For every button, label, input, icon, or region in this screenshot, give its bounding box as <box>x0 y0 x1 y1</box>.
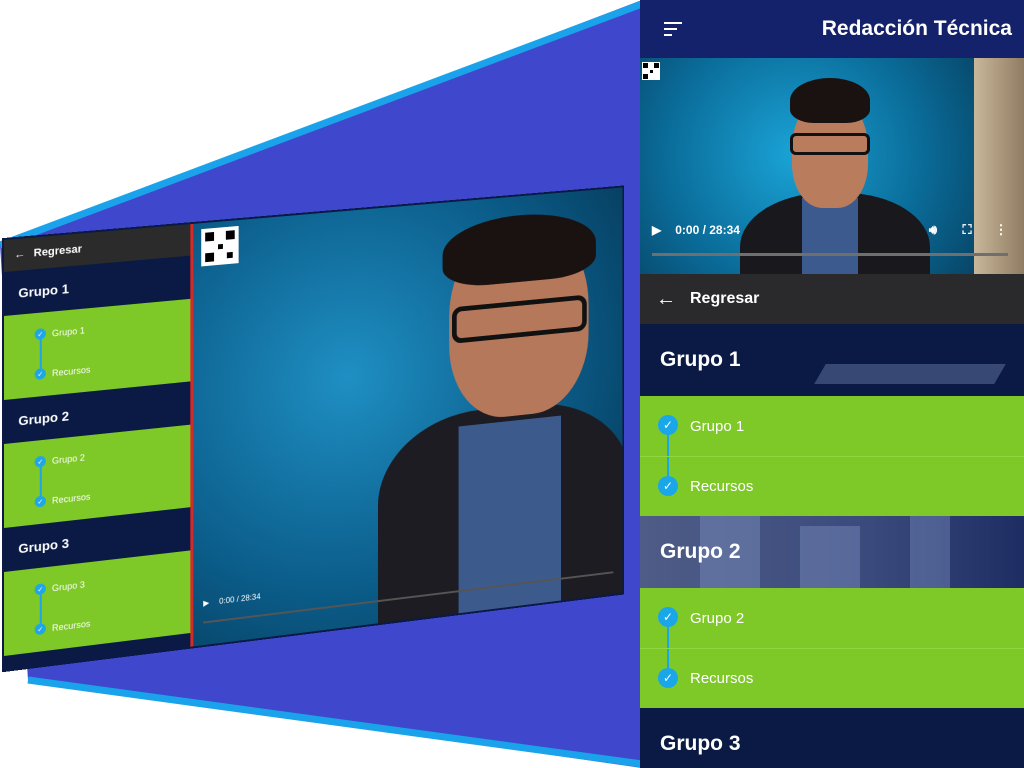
header-decoration <box>814 364 1006 384</box>
arrow-left-icon: ← <box>14 248 26 262</box>
desktop-sidebar: ← Regresar Grupo 1 ✓ Grupo 1 ✓ Recursos … <box>4 223 194 671</box>
group-2-items: ✓ Grupo 2 ✓ Recursos <box>640 588 1024 708</box>
desktop-lesson-label: Grupo 1 <box>51 324 85 338</box>
desktop-resources-item[interactable]: ✓ Recursos <box>34 618 91 636</box>
desktop-lesson-item[interactable]: ✓ Grupo 1 <box>34 324 85 341</box>
mobile-panel: Redacción Técnica ▶ 0:00 / 28:34 🔊︎ ⛶ ⋮ … <box>640 0 1024 768</box>
group-3-header[interactable]: Grupo 3 <box>640 708 1024 768</box>
play-icon[interactable]: ▶ <box>652 223 661 237</box>
check-circle-icon: ✓ <box>34 455 46 468</box>
check-circle-icon: ✓ <box>658 668 678 688</box>
back-label: Regresar <box>690 290 760 307</box>
header-decoration <box>910 516 950 588</box>
check-circle-icon: ✓ <box>658 476 678 496</box>
header-decoration <box>800 526 860 588</box>
app-header: Redacción Técnica <box>640 0 1024 58</box>
group-1-items: ✓ Grupo 1 ✓ Recursos <box>640 396 1024 516</box>
desktop-lesson-label: Grupo 2 <box>51 451 85 466</box>
menu-icon[interactable] <box>664 22 684 36</box>
presenter-hair <box>790 78 870 123</box>
check-circle-icon: ✓ <box>34 495 46 508</box>
desktop-preview: ← Regresar Grupo 1 ✓ Grupo 1 ✓ Recursos … <box>0 170 650 690</box>
video-time: 0:00 / 28:34 <box>675 223 740 237</box>
desktop-video-player[interactable]: ▶ 0:00 / 28:34 <box>193 187 623 647</box>
resources-item[interactable]: ✓ Recursos <box>640 456 1024 516</box>
desktop-resources-label: Recursos <box>51 364 91 378</box>
desktop-lesson-item[interactable]: ✓ Grupo 2 <box>34 451 85 468</box>
desktop-resources-label: Recursos <box>51 491 91 506</box>
presenter-glasses <box>790 133 870 155</box>
group-2-header[interactable]: Grupo 2 <box>640 516 1024 588</box>
arrow-left-icon: ← <box>656 287 676 310</box>
desktop-lesson-item[interactable]: ✓ Grupo 3 <box>34 579 85 596</box>
check-circle-icon: ✓ <box>658 415 678 435</box>
check-circle-icon: ✓ <box>34 328 46 341</box>
group-1-title: Grupo 1 <box>660 348 741 371</box>
lesson-label: Grupo 1 <box>690 417 745 435</box>
lesson-item[interactable]: ✓ Grupo 2 <box>640 588 1024 648</box>
desktop-video-time: 0:00 / 28:34 <box>219 591 261 606</box>
video-progress-bar[interactable] <box>652 253 1008 256</box>
desktop-resources-item[interactable]: ✓ Recursos <box>34 364 91 380</box>
group-1-header[interactable]: Grupo 1 <box>640 324 1024 396</box>
resources-label: Recursos <box>690 670 754 687</box>
back-button[interactable]: ← Regresar <box>640 274 1024 324</box>
desktop-screen: ← Regresar Grupo 1 ✓ Grupo 1 ✓ Recursos … <box>4 187 623 671</box>
lesson-label: Grupo 2 <box>690 609 745 627</box>
desktop-resources-item[interactable]: ✓ Recursos <box>34 491 91 508</box>
more-vert-icon[interactable]: ⋮ <box>990 222 1012 238</box>
lesson-item[interactable]: ✓ Grupo 1 <box>640 396 1024 456</box>
check-circle-icon: ✓ <box>658 607 678 627</box>
qr-code-icon <box>201 225 239 267</box>
video-controls: ▶ 0:00 / 28:34 🔊︎ ⛶ ⋮ <box>640 218 1024 242</box>
check-circle-icon: ✓ <box>34 583 46 596</box>
fullscreen-icon[interactable]: ⛶ <box>956 222 978 238</box>
qr-code-icon <box>642 62 660 80</box>
resources-item[interactable]: ✓ Recursos <box>640 648 1024 708</box>
check-circle-icon: ✓ <box>34 622 46 636</box>
desktop-resources-label: Recursos <box>51 618 91 633</box>
group-2-title: Grupo 2 <box>660 540 741 563</box>
app-title: Redacción Técnica <box>821 17 1012 40</box>
desktop-back-label: Regresar <box>33 243 83 260</box>
group-3-title: Grupo 3 <box>660 732 741 755</box>
volume-icon[interactable]: 🔊︎ <box>922 222 944 238</box>
desktop-lesson-label: Grupo 3 <box>51 579 85 593</box>
play-icon[interactable]: ▶ <box>203 598 209 608</box>
video-player[interactable]: ▶ 0:00 / 28:34 🔊︎ ⛶ ⋮ <box>640 58 1024 274</box>
check-circle-icon: ✓ <box>34 367 46 380</box>
resources-label: Recursos <box>690 478 754 495</box>
